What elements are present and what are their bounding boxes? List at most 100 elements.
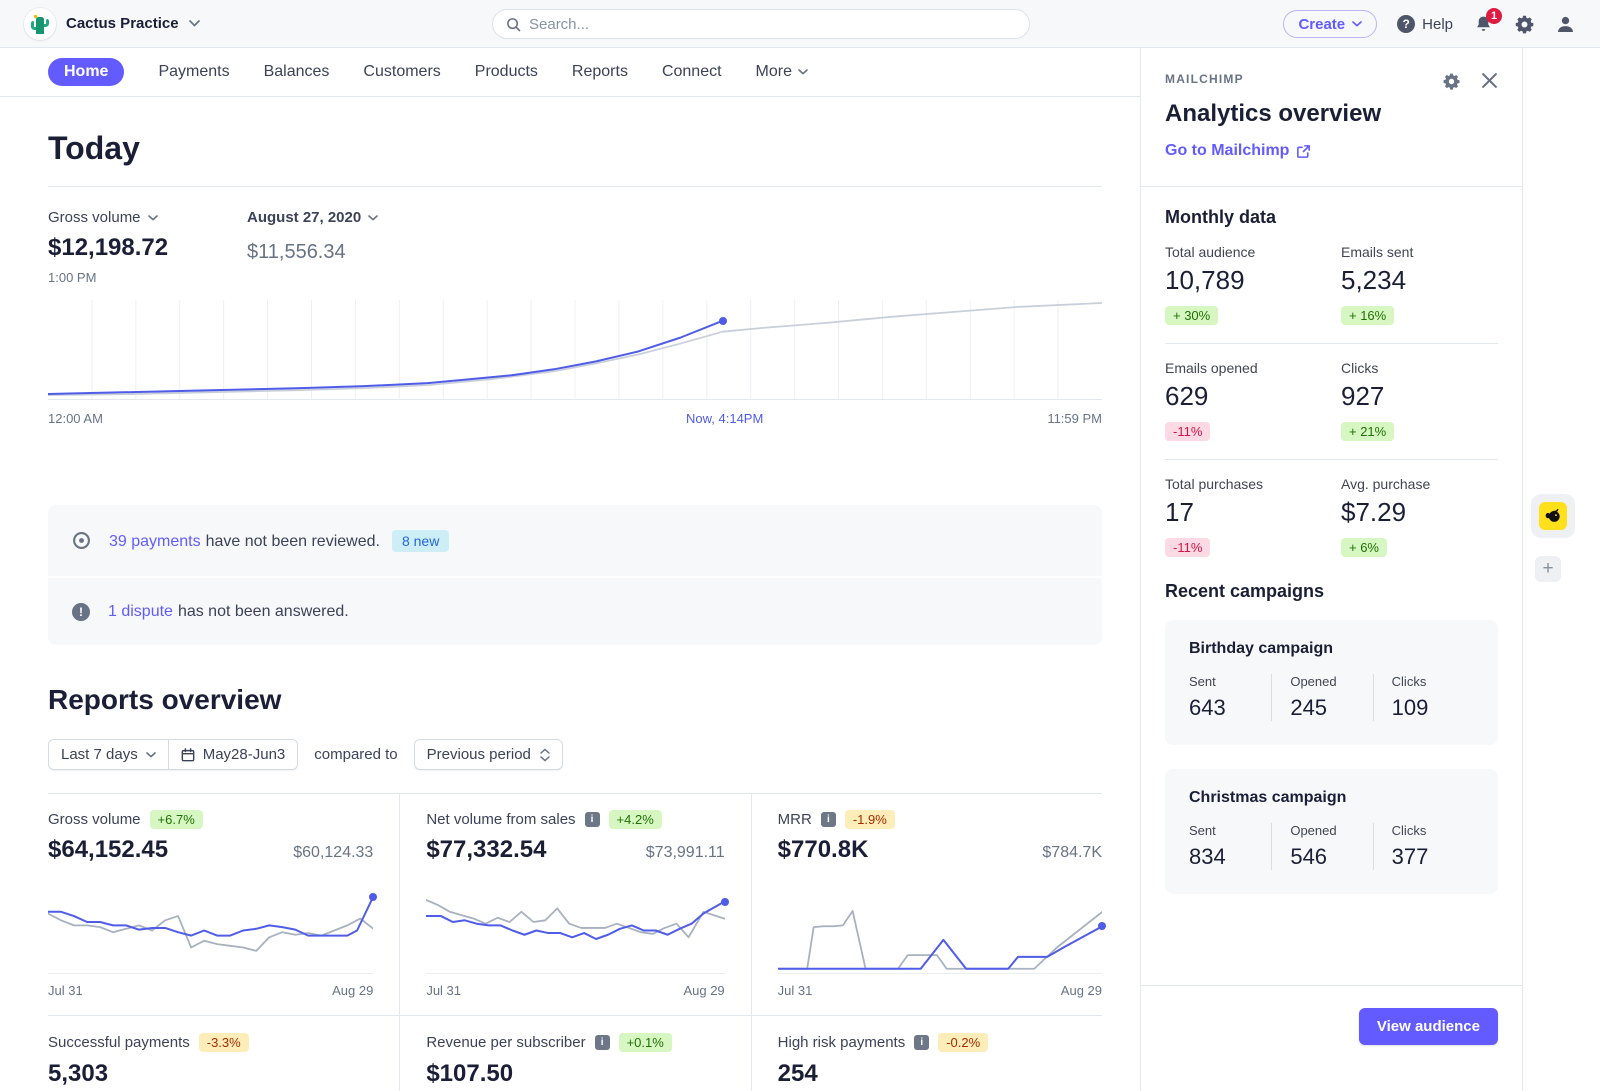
change-badge: + 30% — [1165, 306, 1218, 325]
nav-tab-products[interactable]: Products — [475, 63, 538, 81]
change-badge: +6.7% — [150, 810, 203, 829]
chevron-down-icon — [146, 752, 156, 758]
campaign-stat-clicks: Clicks 109 — [1373, 674, 1474, 721]
date-range-button[interactable]: May28-Jun3 — [168, 740, 298, 769]
nav-tab-home[interactable]: Home — [48, 58, 124, 86]
x-tick-start: Jul 31 — [778, 983, 813, 998]
chevron-down-icon — [798, 69, 808, 75]
user-avatar-icon[interactable] — [1555, 14, 1576, 35]
chevron-down-icon — [189, 20, 200, 27]
settings-gear-icon[interactable] — [1514, 14, 1535, 35]
info-icon[interactable]: i — [821, 812, 836, 827]
gross-volume-mini-chart — [48, 888, 373, 974]
alert-text: has not been answered. — [178, 603, 349, 620]
view-audience-button[interactable]: View audience — [1359, 1008, 1498, 1045]
metric-compare-value: $73,991.11 — [646, 844, 725, 862]
metric-compare-value: $784.7K — [1042, 844, 1102, 862]
cactus-logo-icon — [24, 8, 56, 40]
top-bar: Cactus Practice Create ? Help 1 — [0, 0, 1600, 48]
recent-campaigns-title: Recent campaigns — [1165, 581, 1498, 602]
updown-chevrons-icon — [540, 748, 550, 762]
metric-label: Successful payments — [48, 1034, 190, 1051]
campaign-card-christmas: Christmas campaign Sent 834 Opened 546 C… — [1165, 769, 1498, 894]
go-to-mailchimp-link[interactable]: Go to Mailchimp — [1165, 142, 1311, 160]
change-badge: + 16% — [1341, 306, 1394, 325]
eye-icon — [72, 531, 91, 550]
metric-compare-value: $60,124.33 — [293, 844, 373, 862]
campaign-stat-sent: Sent 834 — [1189, 823, 1271, 870]
divider — [48, 186, 1102, 187]
org-name: Cactus Practice — [66, 15, 179, 32]
monthly-stats: Total audience 10,789 + 30% Emails sent … — [1165, 228, 1498, 575]
nav-tab-customers[interactable]: Customers — [363, 63, 440, 81]
change-badge: -1.9% — [845, 810, 895, 829]
metric-label: Gross volume — [48, 811, 141, 828]
mailchimp-app-icon[interactable] — [1531, 494, 1575, 538]
metric-value: $77,332.54 — [426, 836, 546, 864]
mailchimp-app-panel: MAILCHIMP Analytics overview Go to Mailc… — [1140, 48, 1522, 1091]
change-badge: + 6% — [1341, 538, 1387, 557]
panel-footer: View audience — [1141, 985, 1522, 1091]
net-volume-mini-chart — [426, 888, 724, 974]
dispute-link[interactable]: 1 dispute — [108, 603, 173, 620]
help-button[interactable]: ? Help — [1397, 15, 1453, 33]
stat-emails-opened: Emails opened 629 -11% — [1165, 360, 1341, 441]
chevron-down-icon — [148, 215, 158, 221]
monthly-data-title: Monthly data — [1165, 207, 1498, 228]
gross-volume-time: 1:00 PM — [48, 270, 96, 285]
comparison-period-select[interactable]: Previous period — [414, 739, 563, 770]
x-tick-end: Aug 29 — [1061, 983, 1102, 998]
campaign-stat-clicks: Clicks 377 — [1373, 823, 1474, 870]
compare-date-select[interactable]: August 27, 2020 — [247, 209, 378, 226]
search-icon — [506, 17, 521, 32]
alert-text: have not been reviewed. — [206, 533, 380, 550]
org-switcher[interactable]: Cactus Practice — [24, 8, 200, 40]
change-badge: -11% — [1165, 538, 1210, 557]
info-icon[interactable]: i — [585, 812, 600, 827]
range-preset-button[interactable]: Last 7 days — [49, 740, 168, 769]
panel-close-icon[interactable] — [1481, 72, 1498, 91]
new-count-badge: 8 new — [392, 530, 449, 552]
info-icon[interactable]: i — [914, 1035, 929, 1050]
global-search[interactable] — [492, 9, 1030, 39]
campaign-stat-sent: Sent 643 — [1189, 674, 1271, 721]
chevron-down-icon — [1352, 21, 1362, 27]
change-badge: +4.2% — [609, 810, 662, 829]
chart-end-dot — [369, 893, 377, 901]
campaign-stat-opened: Opened 546 — [1271, 823, 1372, 870]
info-icon[interactable]: i — [595, 1035, 610, 1050]
metric-value: $107.50 — [426, 1060, 724, 1088]
divider — [48, 1015, 399, 1016]
report-cards-grid: Gross volume +6.7% $64,152.45 $60,124.33… — [48, 793, 1102, 1091]
x-tick-end: Aug 29 — [683, 983, 724, 998]
x-tick-now: Now, 4:14PM — [686, 411, 763, 426]
dispute-alert: ! 1 disputehas not been answered. — [48, 576, 1102, 645]
today-gross-volume-chart — [48, 300, 1102, 400]
change-badge: -0.2% — [938, 1033, 988, 1052]
notifications-bell-icon[interactable]: 1 — [1473, 14, 1494, 35]
nav-tab-more[interactable]: More — [756, 63, 808, 81]
nav-tab-connect[interactable]: Connect — [662, 63, 722, 81]
nav-tab-reports[interactable]: Reports — [572, 63, 628, 81]
search-input[interactable] — [529, 16, 1016, 33]
campaign-stat-opened: Opened 245 — [1271, 674, 1372, 721]
metric-value: $64,152.45 — [48, 836, 168, 864]
metric-label: Revenue per subscriber — [426, 1034, 585, 1051]
main-nav: Home Payments Balances Customers Product… — [0, 48, 1140, 97]
nav-tab-payments[interactable]: Payments — [158, 63, 229, 81]
gross-volume-value: $12,198.72 — [48, 234, 168, 262]
metric-label: High risk payments — [778, 1034, 906, 1051]
x-tick-start: Jul 31 — [426, 983, 461, 998]
alerts-list: 39 paymentshave not been reviewed.8 new … — [48, 505, 1102, 645]
divider — [752, 1015, 1102, 1016]
payments-link[interactable]: 39 payments — [109, 533, 201, 550]
panel-settings-gear-icon[interactable] — [1442, 72, 1461, 91]
gross-volume-metric-select[interactable]: Gross volume — [48, 209, 158, 226]
metric-label: Net volume from sales — [426, 811, 575, 828]
create-button[interactable]: Create — [1283, 10, 1377, 38]
divider — [400, 1015, 750, 1016]
date-range-control: Last 7 days May28-Jun3 — [48, 739, 298, 770]
nav-tab-balances[interactable]: Balances — [264, 63, 330, 81]
chart-end-dot — [719, 317, 727, 325]
add-app-button[interactable]: + — [1535, 556, 1561, 582]
